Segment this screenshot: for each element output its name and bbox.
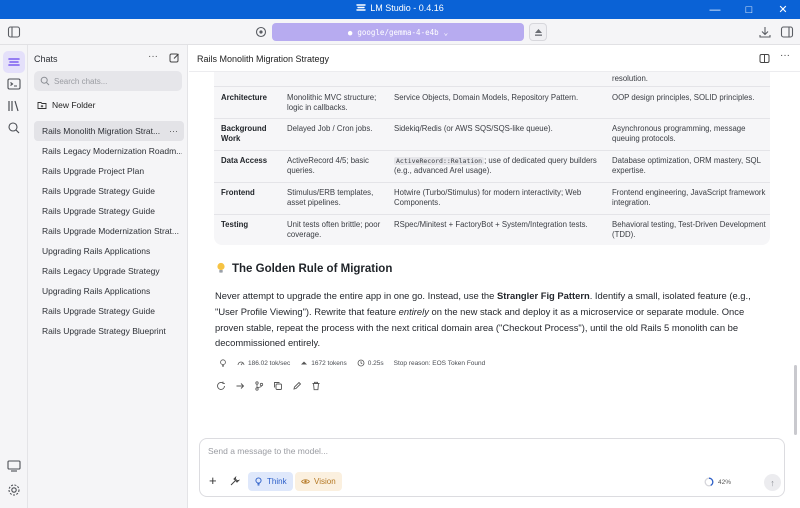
chat-item[interactable]: Rails Legacy Upgrade Strategy <box>34 261 184 281</box>
sidebar-heading: Chats <box>34 54 58 64</box>
branch-icon[interactable] <box>254 381 264 391</box>
message-composer: + Think Vision 42% ↑ <box>199 438 785 497</box>
eject-icon <box>535 29 542 36</box>
send-button[interactable]: ↑ <box>764 474 781 491</box>
chat-list: Rails Monolith Migration Strat... ··· Rai… <box>34 121 184 341</box>
download-icon[interactable] <box>758 25 772 39</box>
model-settings-icon[interactable] <box>254 25 268 39</box>
copy-icon[interactable] <box>273 381 283 391</box>
speed-stat: 186.02 tok/sec <box>237 359 290 367</box>
table-row: Background Work Delayed Job / Cron jobs.… <box>214 118 770 150</box>
tokens-icon <box>301 361 308 365</box>
close-icon[interactable]: ✕ <box>766 0 800 19</box>
chat-item[interactable]: Rails Upgrade Strategy Guide <box>34 201 184 221</box>
chat-mode-button[interactable] <box>3 51 25 73</box>
message-input[interactable] <box>208 446 768 462</box>
search-icon <box>40 76 50 86</box>
scrollbar[interactable] <box>794 365 797 435</box>
toggle-sidebar-icon[interactable] <box>7 25 21 39</box>
speed-icon <box>237 361 245 366</box>
new-folder-label: New Folder <box>52 100 96 110</box>
new-chat-icon[interactable] <box>169 52 180 63</box>
message-actions <box>216 381 321 391</box>
stop-reason: Stop reason: EOS Token Found <box>393 359 486 367</box>
chat-item[interactable]: Rails Upgrade Strategy Guide <box>34 301 184 321</box>
lightbulb-icon <box>217 262 225 273</box>
chat-item[interactable]: Rails Upgrade Strategy Guide <box>34 181 184 201</box>
window-title: LM Studio - 0.4.16 <box>0 3 800 13</box>
vision-toggle[interactable]: Vision <box>295 472 342 491</box>
generation-stats: 186.02 tok/sec 1672 tokens 0.25s Stop re… <box>219 359 485 367</box>
app-name: LM Studio <box>370 3 411 13</box>
left-rail <box>0 45 28 508</box>
clock-icon <box>357 359 365 367</box>
chat-icon <box>8 58 20 66</box>
hardware-icon[interactable] <box>6 458 22 474</box>
discover-icon[interactable] <box>6 120 22 136</box>
delete-icon[interactable] <box>311 381 321 391</box>
response-paragraph: Never attempt to upgrade the entire app … <box>215 290 751 349</box>
chat-more-icon[interactable]: ··· <box>169 121 178 141</box>
title-bar: LM Studio - 0.4.16 — □ ✕ <box>0 0 800 19</box>
chat-item[interactable]: Rails Monolith Migration Strat... ··· <box>34 121 184 141</box>
table-row: Data Access ActiveRecord 4/5; basic quer… <box>214 150 770 182</box>
table-cell: resolution. <box>612 74 648 83</box>
minimize-icon[interactable]: — <box>698 0 732 19</box>
split-view-icon[interactable] <box>759 53 770 64</box>
chat-item[interactable]: Rails Upgrade Modernization Strat... <box>34 221 184 241</box>
top-toolbar: ● google/gemma-4-e4b ⌄ <box>0 19 800 45</box>
table-row: Architecture Monolithic MVC structure; l… <box>214 86 770 118</box>
chat-item[interactable]: Upgrading Rails Applications <box>34 241 184 261</box>
chat-item[interactable]: Rails Legacy Modernization Roadm... <box>34 141 184 161</box>
model-selector[interactable]: ● google/gemma-4-e4b ⌄ <box>272 23 524 41</box>
edit-icon[interactable] <box>292 381 302 391</box>
regenerate-icon[interactable] <box>216 381 226 391</box>
table-row: Frontend Stimulus/ERB templates, asset p… <box>214 182 770 214</box>
comparison-table: resolution. Architecture Monolithic MVC … <box>214 72 770 245</box>
context-usage: 42% <box>704 477 731 487</box>
section-heading: The Golden Rule of Migration <box>216 262 392 275</box>
continue-icon[interactable] <box>235 381 245 391</box>
gear-icon[interactable] <box>6 482 22 498</box>
folder-plus-icon <box>37 102 47 109</box>
maximize-icon[interactable]: □ <box>732 0 766 19</box>
model-eject-button[interactable] <box>529 23 547 41</box>
chat-item[interactable]: Rails Upgrade Strategy Blueprint <box>34 321 184 341</box>
terminal-icon[interactable] <box>6 76 22 92</box>
lightbulb-icon <box>255 477 262 486</box>
models-library-icon[interactable] <box>6 98 22 114</box>
chevron-down-icon: ⌄ <box>443 27 449 37</box>
search-input[interactable] <box>54 74 176 88</box>
context-ring-icon <box>704 477 714 487</box>
eye-icon <box>301 479 310 484</box>
attach-plus-icon[interactable]: + <box>209 474 217 487</box>
model-icon: ● <box>347 27 353 37</box>
time-stat: 0.25s <box>357 359 384 367</box>
table-row: Testing Unit tests often brittle; poor c… <box>214 214 770 245</box>
chat-more-options-icon[interactable]: ··· <box>780 50 791 61</box>
lm-studio-logo-icon <box>356 4 366 11</box>
chat-item[interactable]: Rails Upgrade Project Plan <box>34 161 184 181</box>
model-name: google/gemma-4-e4b <box>357 27 439 37</box>
new-folder-button[interactable]: New Folder <box>37 100 95 110</box>
chat-header: Rails Monolith Migration Strategy ··· <box>189 45 800 72</box>
chat-main: Rails Monolith Migration Strategy ··· re… <box>189 45 800 508</box>
more-options-icon[interactable]: ··· <box>148 51 158 62</box>
chat-item[interactable]: Upgrading Rails Applications <box>34 281 184 301</box>
chats-sidebar: Chats ··· New Folder Rails Monolith Migr… <box>28 45 188 508</box>
lightbulb-icon[interactable] <box>219 359 227 367</box>
right-panel-icon[interactable] <box>780 25 794 39</box>
tokens-stat: 1672 tokens <box>300 359 347 367</box>
app-version: 0.4.16 <box>418 3 444 13</box>
inline-code: ActiveRecord::Relation <box>394 156 485 165</box>
tools-icon[interactable] <box>229 476 240 487</box>
arrow-up-icon: ↑ <box>770 477 775 488</box>
chat-title[interactable]: Rails Monolith Migration Strategy <box>197 54 329 64</box>
think-toggle[interactable]: Think <box>248 472 293 491</box>
search-box <box>34 71 182 91</box>
